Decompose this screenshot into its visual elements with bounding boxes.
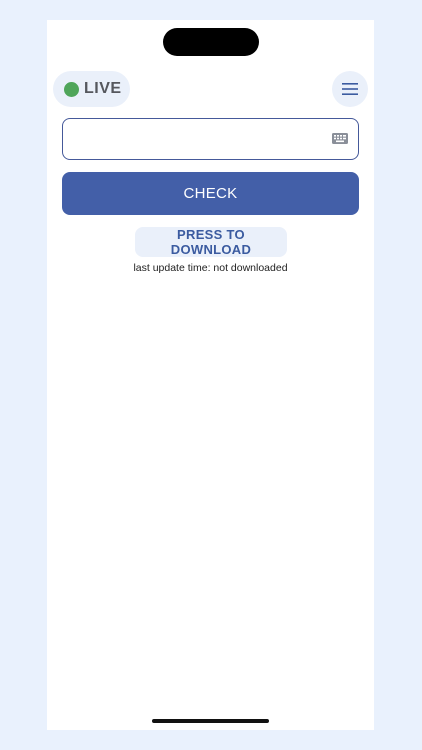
code-input[interactable] bbox=[73, 127, 327, 153]
live-status-label: LIVE bbox=[84, 80, 122, 97]
last-update-status: last update time: not downloaded bbox=[133, 262, 288, 274]
check-button[interactable]: CHECK bbox=[62, 172, 359, 215]
keyboard-icon[interactable] bbox=[332, 133, 348, 144]
hamburger-menu-icon bbox=[342, 83, 358, 95]
code-input-field[interactable] bbox=[62, 118, 359, 160]
home-indicator[interactable] bbox=[152, 719, 269, 723]
dynamic-island bbox=[163, 28, 259, 56]
phone-screen: LIVE CHECK PRESS TO DOWNLOAD last update… bbox=[47, 20, 374, 730]
live-status-badge[interactable]: LIVE bbox=[53, 71, 130, 107]
download-button[interactable]: PRESS TO DOWNLOAD bbox=[135, 227, 287, 257]
menu-button[interactable] bbox=[332, 71, 368, 107]
live-status-dot bbox=[64, 81, 79, 97]
